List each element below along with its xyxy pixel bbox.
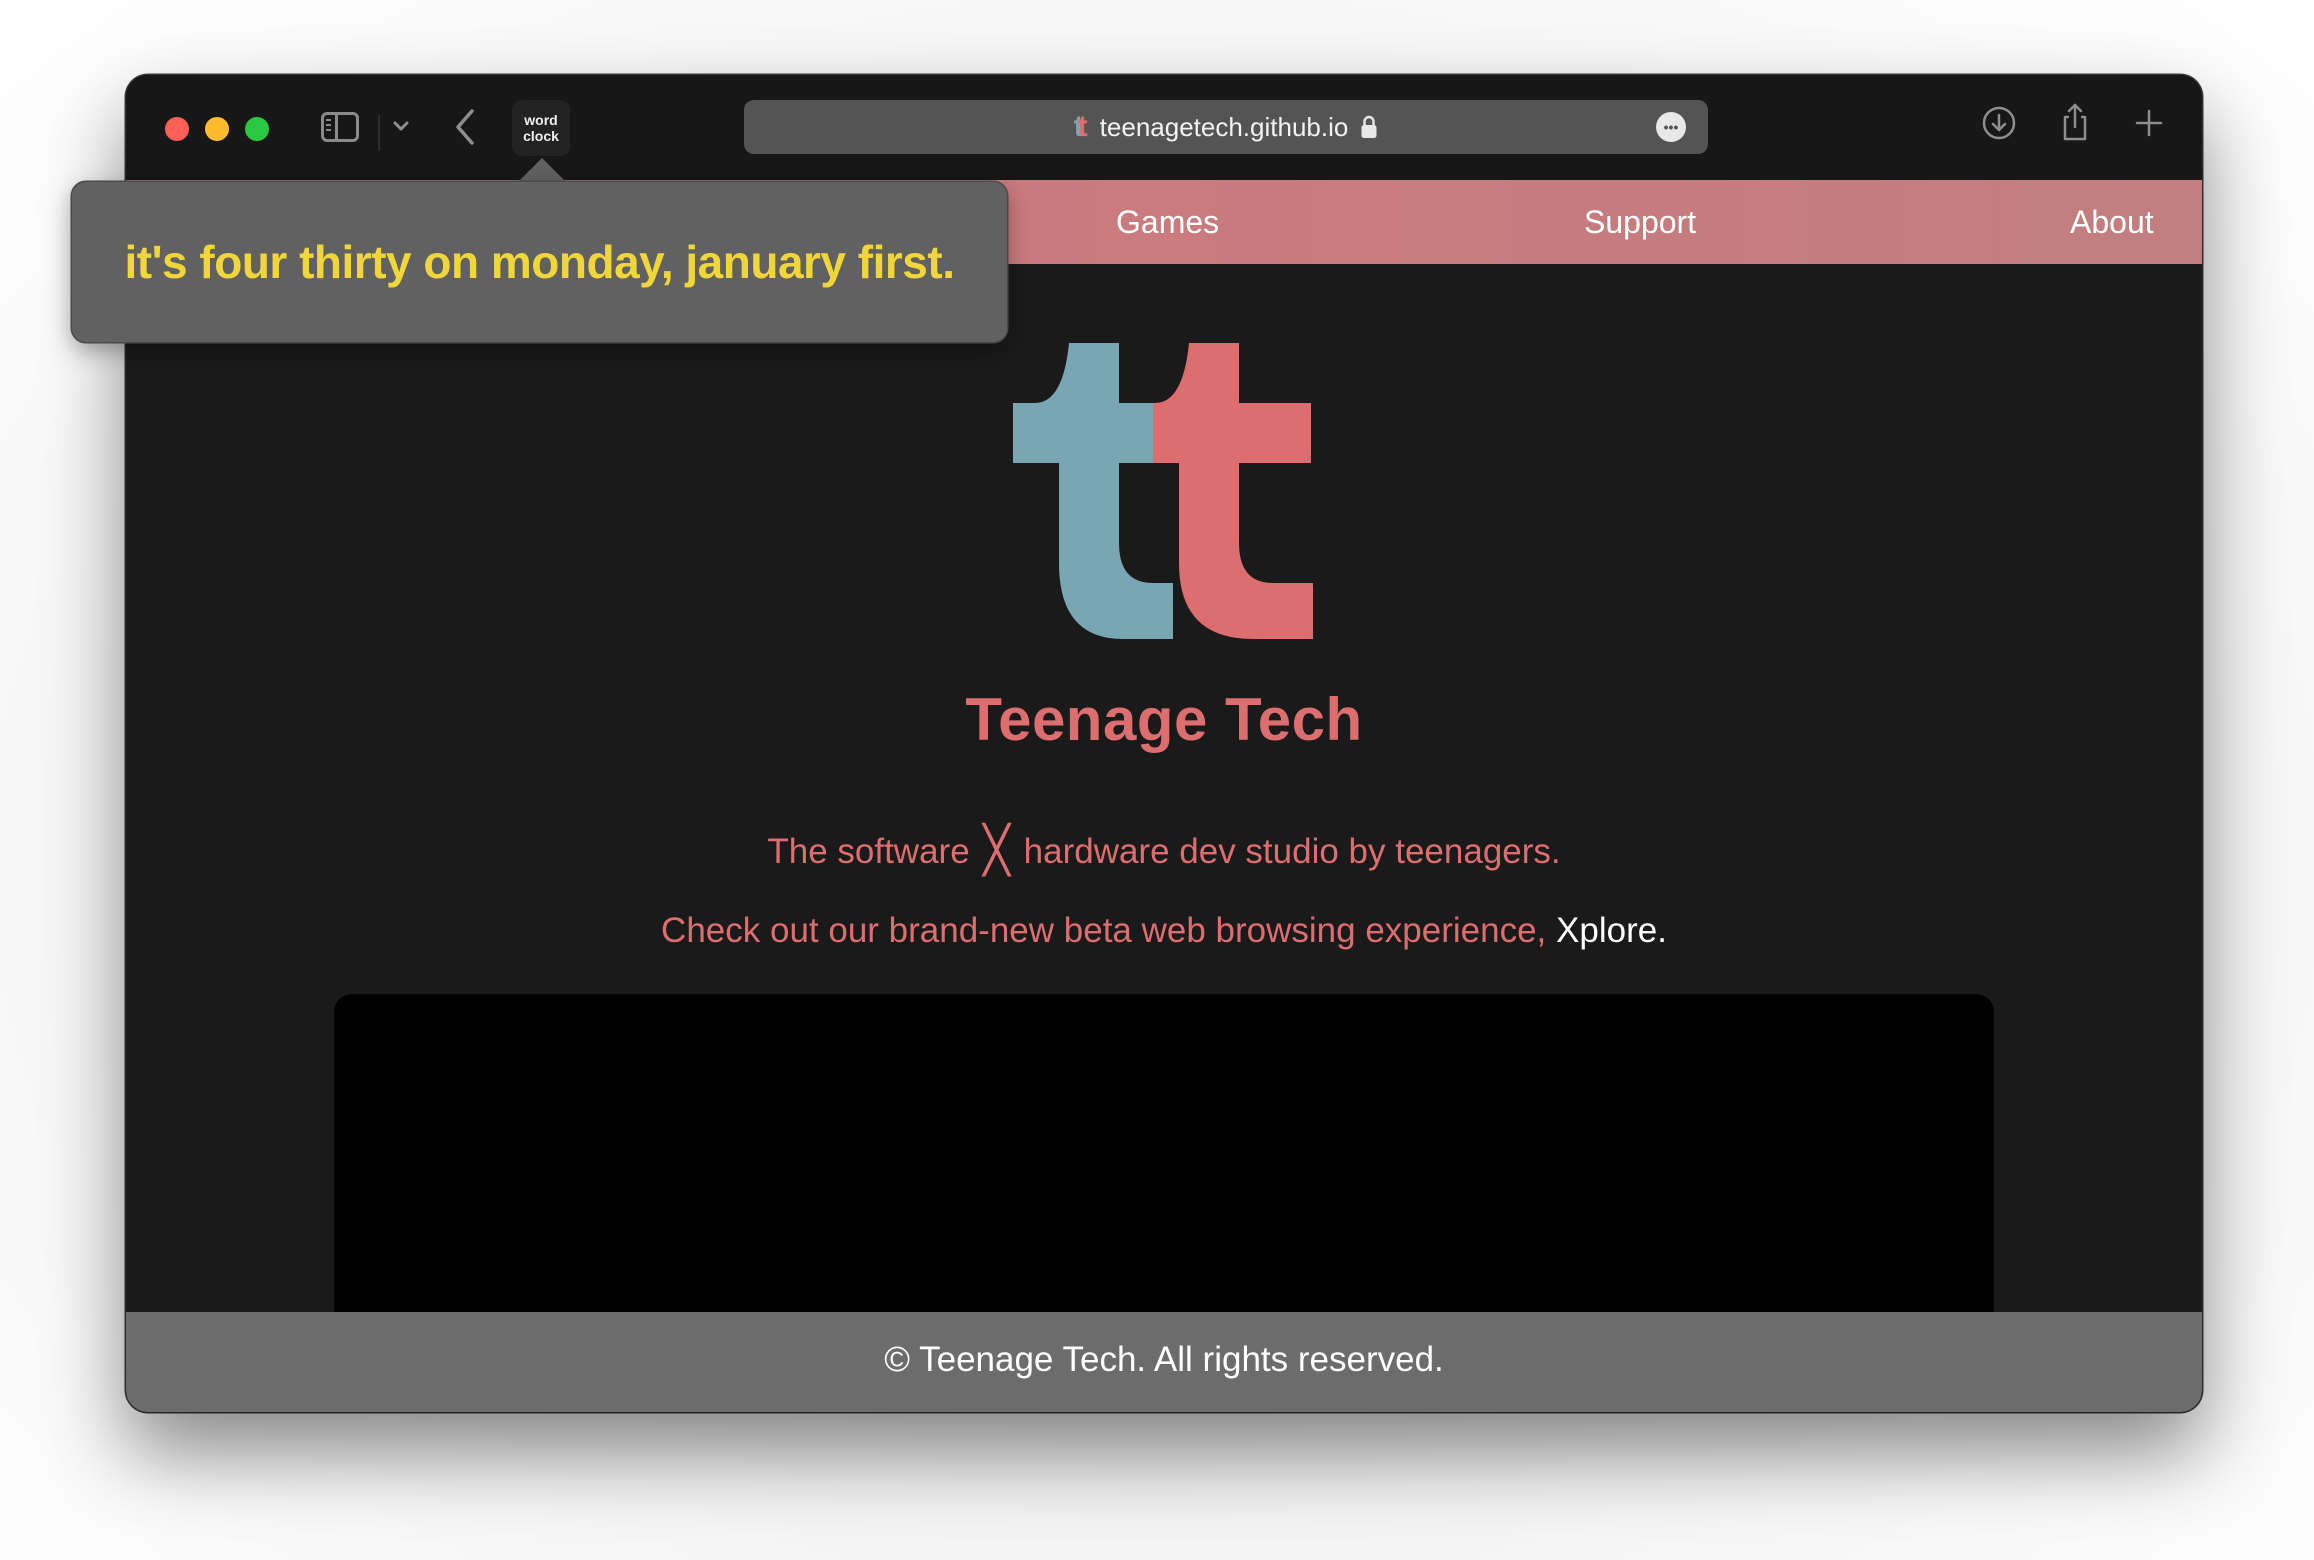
- download-icon[interactable]: [1973, 97, 2025, 149]
- share-icon[interactable]: [2049, 97, 2101, 149]
- promo-period: .: [1657, 911, 1667, 950]
- chevron-down-icon[interactable]: [388, 113, 414, 139]
- extension-label-line2: clock: [523, 128, 559, 144]
- nav-link-about[interactable]: About: [2070, 180, 2154, 264]
- lock-icon: [1361, 115, 1377, 138]
- extension-label-line1: word: [524, 112, 558, 128]
- chevron-left-icon[interactable]: [450, 105, 480, 149]
- sidebar-icon[interactable]: [321, 112, 359, 142]
- site-footer: © Teenage Tech. All rights reserved.: [126, 1312, 2202, 1412]
- logo-letter-t-teal: [1013, 343, 1173, 639]
- word-clock-popover: it's four thirty on monday, january firs…: [72, 182, 1007, 342]
- nav-link-support[interactable]: Support: [1584, 180, 1696, 264]
- zoom-window-button[interactable]: [245, 117, 269, 141]
- footer-copyright: © Teenage Tech. All rights reserved.: [884, 1340, 1444, 1379]
- browser-toolbar: word clock tt teenagetech.github.io •••: [126, 75, 2202, 180]
- site-tagline: The software ╳ hardware dev studio by te…: [126, 825, 2202, 876]
- address-bar[interactable]: tt teenagetech.github.io •••: [744, 100, 1708, 154]
- toolbar-divider: [378, 115, 380, 151]
- promo-sentence: Check out our brand-new beta web browsin…: [661, 911, 1547, 950]
- nav-link-games[interactable]: Games: [1116, 180, 1219, 264]
- promo-text: Check out our brand-new beta web browsin…: [126, 911, 2202, 951]
- teenage-tech-logo: [1013, 343, 1313, 639]
- xplore-link[interactable]: Xplore: [1556, 911, 1657, 950]
- ellipsis-icon[interactable]: •••: [1656, 112, 1686, 142]
- url-text: teenagetech.github.io: [1099, 111, 1349, 142]
- cross-symbol: ╳: [983, 824, 1010, 877]
- video-embed[interactable]: [334, 994, 1994, 1334]
- word-clock-time-text: it's four thirty on monday, january firs…: [124, 236, 955, 288]
- close-window-button[interactable]: [165, 117, 189, 141]
- site-favicon: tt: [1073, 110, 1088, 143]
- popover-arrow: [516, 158, 568, 184]
- tagline-end: hardware dev studio by teenagers.: [1023, 832, 1561, 871]
- site-title: Teenage Tech: [965, 686, 1363, 753]
- tagline-start: The software: [767, 832, 970, 871]
- logo-letter-t-red: [1153, 343, 1313, 639]
- word-clock-extension-button[interactable]: word clock: [512, 100, 570, 156]
- plus-icon[interactable]: [2123, 97, 2175, 149]
- minimize-window-button[interactable]: [205, 117, 229, 141]
